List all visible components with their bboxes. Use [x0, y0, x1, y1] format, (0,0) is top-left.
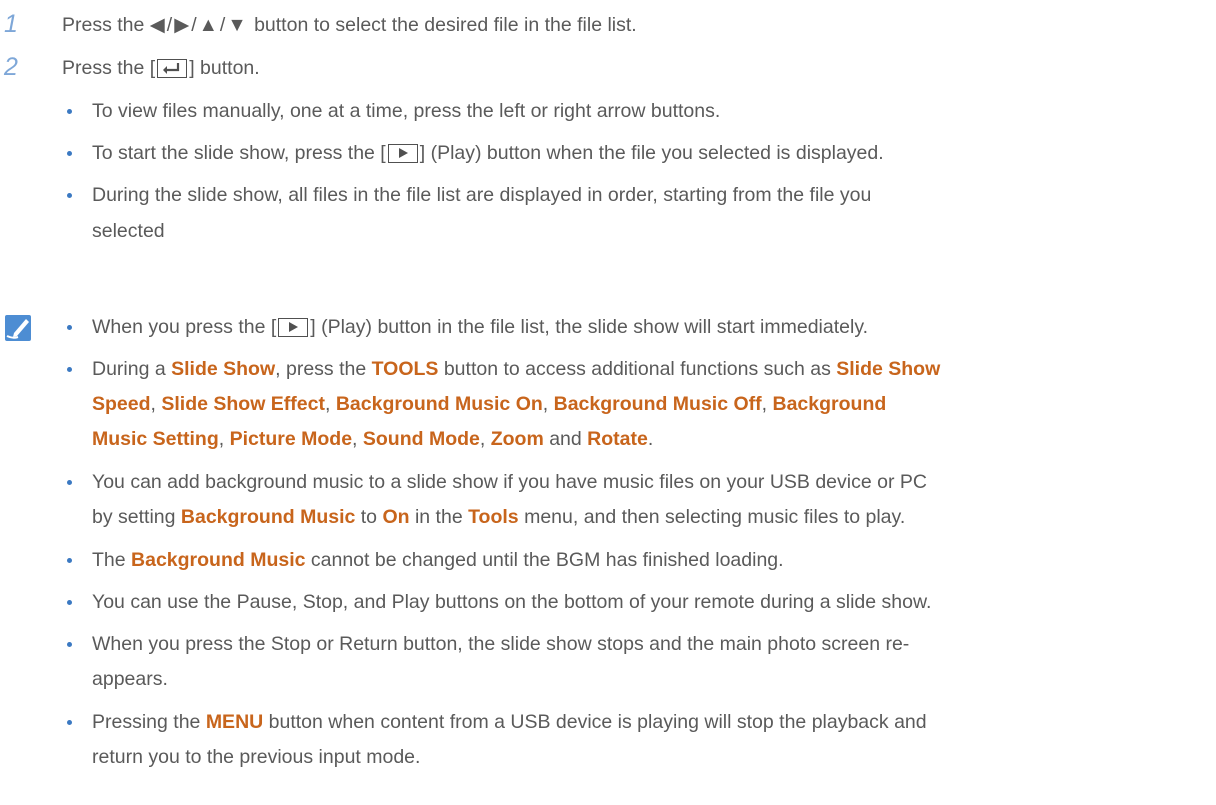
arrow-buttons-icon: ◀/▶/▲/▼ [149, 14, 249, 36]
list-item: When you press the Stop or Return button… [92, 633, 910, 655]
bullet-dot [67, 480, 72, 485]
list-item-continuation: appears. [92, 668, 168, 690]
note-icon [4, 314, 32, 348]
list-item: When you press the [] (Play) button in t… [92, 316, 869, 338]
list-item: The Background Music cannot be changed u… [92, 549, 784, 571]
bullet-dot [67, 109, 72, 114]
list-item-continuation: by setting Background Music to On in the… [92, 506, 906, 528]
list-item-continuation: Music Setting, Picture Mode, Sound Mode,… [92, 428, 654, 450]
step-number: 2 [4, 53, 18, 81]
list-item: To start the slide show, press the [] (P… [92, 142, 884, 164]
list-item: During the slide show, all files in the … [92, 184, 872, 206]
list-item: During a Slide Show, press the TOOLS but… [92, 358, 941, 380]
bullet-dot [67, 600, 72, 605]
list-item: You can add background music to a slide … [92, 471, 927, 493]
list-item-continuation: selected [92, 220, 165, 242]
bullet-dot [67, 325, 72, 330]
list-item-continuation: Speed, Slide Show Effect, Background Mus… [92, 393, 887, 415]
step-text: Press the ◀/▶/▲/▼ button to select the d… [62, 14, 637, 36]
enter-icon [157, 59, 188, 78]
play-icon [278, 318, 309, 337]
bullet-dot [67, 720, 72, 725]
play-icon [387, 144, 418, 163]
bullet-dot [67, 151, 72, 156]
bullet-dot [67, 642, 72, 647]
list-item: Pressing the MENU button when content fr… [92, 711, 927, 733]
step-text: Press the [] button. [62, 57, 260, 79]
list-item: To view files manually, one at a time, p… [92, 100, 721, 122]
step-number: 1 [4, 10, 18, 38]
list-item-continuation: return you to the previous input mode. [92, 746, 421, 768]
bullet-dot [67, 558, 72, 563]
bullet-dot [67, 193, 72, 198]
bullet-dot [67, 367, 72, 372]
list-item: You can use the Pause, Stop, and Play bu… [92, 591, 932, 613]
